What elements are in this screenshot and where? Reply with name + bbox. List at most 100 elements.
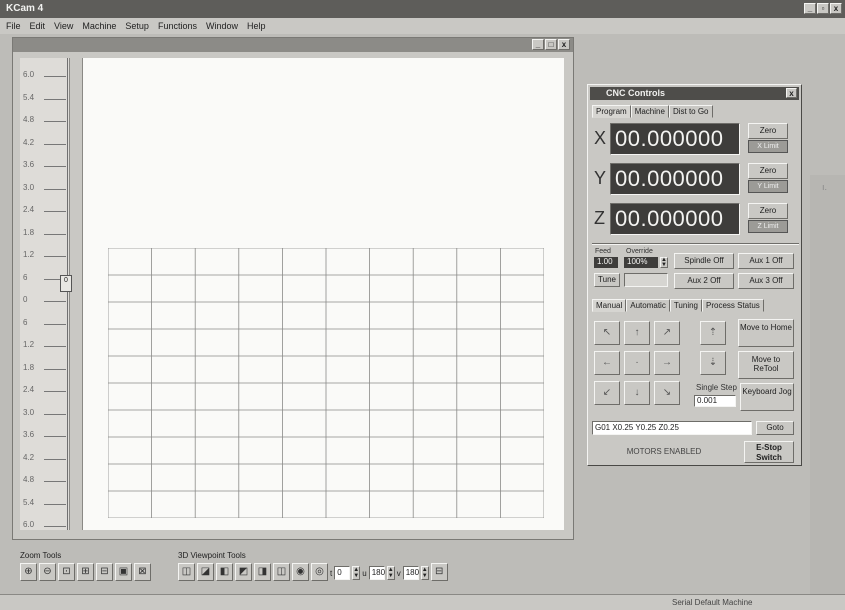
tune-dropdown[interactable] [624, 273, 668, 287]
ruler-tick-line [44, 189, 66, 190]
zero-x-button[interactable]: Zero [748, 123, 788, 139]
ruler-tick-line [44, 369, 66, 370]
keyboard-jog-button[interactable]: Keyboard Jog [740, 383, 794, 411]
zoom-in-icon[interactable]: ⊕ [20, 563, 37, 581]
spindle-button[interactable]: Spindle Off [674, 253, 734, 269]
ruler-tick: 4.8 [20, 475, 70, 484]
override-spin[interactable]: ▲ ▼ [660, 257, 668, 268]
zero-y-button[interactable]: Zero [748, 163, 788, 179]
jog-z-up-icon[interactable]: ⇡ [700, 321, 726, 345]
single-step-label[interactable]: Single Step [696, 383, 737, 392]
aux3-button[interactable]: Aux 3 Off [738, 273, 794, 289]
step-size-select[interactable]: 0.001 [694, 395, 736, 407]
jog-right-icon[interactable]: → [654, 351, 680, 375]
close-button[interactable]: x [830, 3, 842, 14]
ruler-tick: 1.8 [20, 363, 70, 372]
feed-label: Feed [595, 248, 611, 255]
tab-machine[interactable]: Machine [630, 105, 669, 118]
zoom-previous-icon[interactable]: ⊠ [134, 563, 151, 581]
ruler-tick: 0 [20, 295, 70, 304]
z-slider-handle[interactable]: 0 [60, 275, 72, 292]
ruler-tick: 5.4 [20, 498, 70, 507]
ruler-tick-label: 6 [23, 273, 28, 282]
view-back-icon[interactable]: ◩ [235, 563, 252, 581]
jog-down-right-icon[interactable]: ↘ [654, 381, 680, 405]
view-side-icon[interactable]: ◧ [216, 563, 233, 581]
tune-button[interactable]: Tune [594, 273, 620, 287]
jog-up-icon[interactable]: ↑ [624, 321, 650, 345]
menu-machine[interactable]: Machine [82, 21, 116, 31]
u-spin-arrows[interactable]: ▲ ▼ [386, 566, 395, 580]
jog-down-icon[interactable]: ↓ [624, 381, 650, 405]
doc-close-button[interactable]: x [558, 39, 570, 50]
view-top-icon[interactable]: ◫ [178, 563, 195, 581]
menu-window[interactable]: Window [206, 21, 238, 31]
ruler-tick: 1.8 [20, 228, 70, 237]
y-limit-indicator: Y Limit [748, 180, 788, 193]
maximize-button[interactable]: ▫ [817, 3, 829, 14]
goto-button[interactable]: Goto [756, 421, 794, 435]
estop-button[interactable]: E-Stop Switch [744, 441, 794, 463]
menu-file[interactable]: File [6, 21, 21, 31]
tab-automatic[interactable]: Automatic [626, 299, 670, 312]
u-label: u [362, 568, 367, 578]
zoom-window-icon[interactable]: ⊡ [58, 563, 75, 581]
zoom-out-icon[interactable]: ⊖ [39, 563, 56, 581]
jog-left-icon[interactable]: ← [594, 351, 620, 375]
menu-help[interactable]: Help [247, 21, 266, 31]
menu-setup[interactable]: Setup [125, 21, 149, 31]
t-spin-arrows[interactable]: ▲ ▼ [352, 566, 361, 580]
cnc-close-button[interactable]: x [786, 88, 797, 98]
ruler-tick: 6.0 [20, 520, 70, 529]
zoom-extents-icon[interactable]: ⊞ [77, 563, 94, 581]
v-spin-arrows[interactable]: ▲ ▼ [420, 566, 429, 580]
view-reset-icon[interactable]: ◎ [311, 563, 328, 581]
tab-process-status[interactable]: Process Status [702, 299, 764, 312]
view-front-icon[interactable]: ◪ [197, 563, 214, 581]
view-rotate-icon[interactable]: ◉ [292, 563, 309, 581]
move-retool-button[interactable]: Move to ReTool [738, 351, 794, 379]
ruler-tick-line [44, 526, 66, 527]
jog-up-right-icon[interactable]: ↗ [654, 321, 680, 345]
axis-y-readout: 00.000000 [610, 163, 740, 195]
jog-down-left-icon[interactable]: ↙ [594, 381, 620, 405]
aux2-button[interactable]: Aux 2 Off [674, 273, 734, 289]
axis-z-readout: 00.000000 [610, 203, 740, 235]
ruler-tick: 2.4 [20, 205, 70, 214]
tab-program[interactable]: Program [592, 105, 631, 118]
zoom-all-icon[interactable]: ⊟ [96, 563, 113, 581]
ruler-tick-label: 2.4 [23, 205, 35, 214]
move-home-button[interactable]: Move to Home [738, 319, 794, 347]
jog-z-down-icon[interactable]: ⇣ [700, 351, 726, 375]
doc-minimize-button[interactable]: _ [532, 39, 544, 50]
mode-tabs: Manual Automatic Tuning Process Status [592, 299, 764, 312]
ruler-tick-label: 1.8 [23, 228, 35, 237]
viewpoint-tools-label: 3D Viewpoint Tools [178, 551, 246, 560]
v-input[interactable]: 180 [402, 566, 419, 580]
override-readout: 100% [624, 257, 658, 268]
view-iso-icon[interactable]: ◫ [273, 563, 290, 581]
menu-view[interactable]: View [54, 21, 73, 31]
view-left-icon[interactable]: ◨ [254, 563, 271, 581]
ruler-tick: 6.0 [20, 70, 70, 79]
menu-functions[interactable]: Functions [158, 21, 197, 31]
cnc-controls-window: CNC Controls x Program Machine Dist to G… [587, 84, 802, 466]
tab-tuning[interactable]: Tuning [669, 299, 702, 312]
zoom-fit-icon[interactable]: ▣ [115, 563, 132, 581]
apply-view-icon[interactable]: ⊟ [430, 563, 448, 581]
tab-dist-to-go[interactable]: Dist to Go [668, 105, 713, 118]
t-input[interactable]: 0 [334, 566, 351, 580]
zoom-toolbar: ⊕ ⊖ ⊡ ⊞ ⊟ ▣ ⊠ [20, 563, 151, 583]
v-label: v [396, 568, 401, 578]
menu-edit[interactable]: Edit [30, 21, 46, 31]
minimize-button[interactable]: _ [804, 3, 816, 14]
zero-z-button[interactable]: Zero [748, 203, 788, 219]
jog-up-left-icon[interactable]: ↖ [594, 321, 620, 345]
aux1-button[interactable]: Aux 1 Off [738, 253, 794, 269]
motors-status: MOTORS ENABLED [626, 447, 702, 456]
tab-manual[interactable]: Manual [592, 299, 627, 312]
gcode-input[interactable]: G01 X0.25 Y0.25 Z0.25 [592, 421, 752, 435]
jog-center-icon[interactable]: · [624, 351, 650, 375]
doc-maximize-button[interactable]: □ [545, 39, 557, 50]
u-input[interactable]: 180 [368, 566, 385, 580]
